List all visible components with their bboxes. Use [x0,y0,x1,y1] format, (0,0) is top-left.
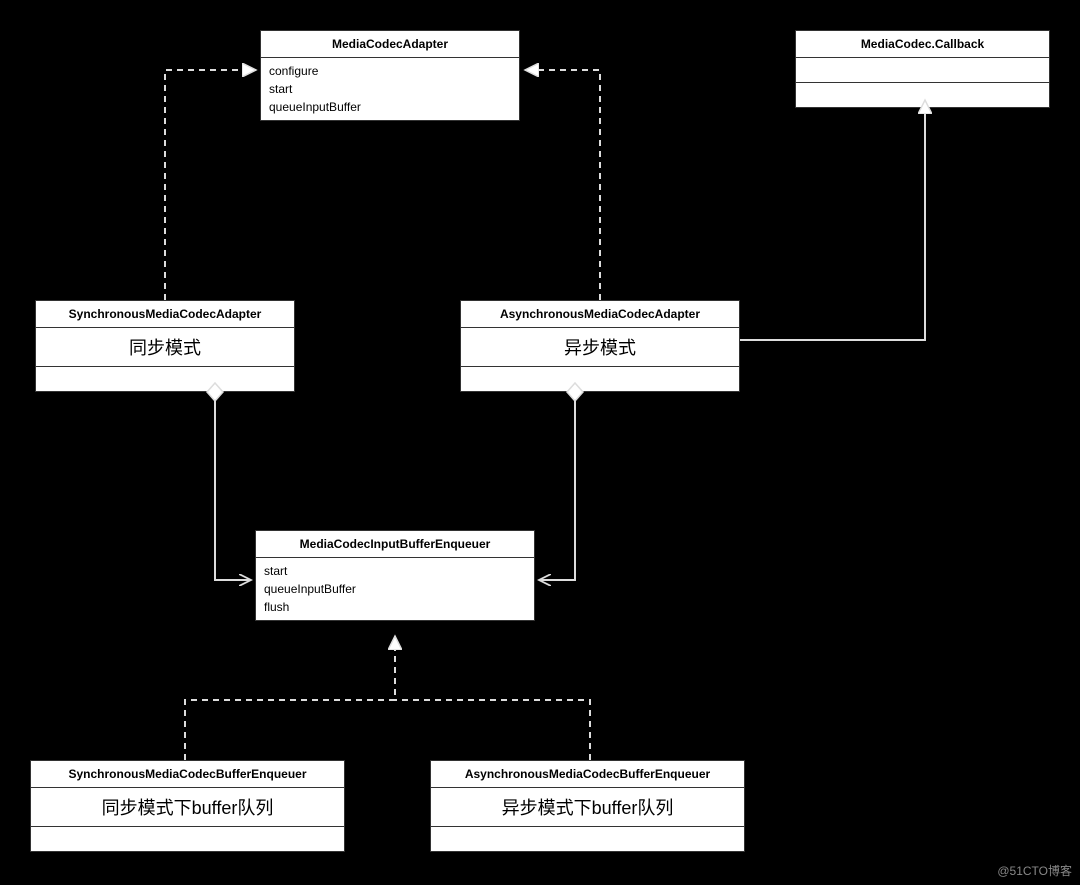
class-operations: configure start queueInputBuffer [261,58,519,120]
class-compartment [431,827,744,851]
op: start [269,80,511,98]
edge-asyncadapter-aggregates-enqueuer [539,383,583,580]
op: flush [264,598,526,616]
class-title: SynchronousMediaCodecAdapter [36,301,294,328]
edge-asyncbuffer-to-enqueuer [395,700,590,760]
class-synchronousmediacodecbufferenqueuer: SynchronousMediaCodecBufferEnqueuer 同步模式… [30,760,345,852]
edge-syncadapter-to-mediacodecadapter [165,70,256,300]
class-subtitle: 同步模式 [36,328,294,367]
watermark: @51CTO博客 [997,862,1072,879]
class-title: SynchronousMediaCodecBufferEnqueuer [31,761,344,788]
class-compartment [461,367,739,391]
class-title: AsynchronousMediaCodecAdapter [461,301,739,328]
edge-asyncadapter-to-callback [740,100,925,340]
edge-asyncadapter-to-mediacodecadapter [525,70,600,300]
class-subtitle: 异步模式下buffer队列 [431,788,744,827]
class-compartment [31,827,344,851]
class-mediacodecinputbufferenqueuer: MediaCodecInputBufferEnqueuer start queu… [255,530,535,621]
class-compartment [36,367,294,391]
op: queueInputBuffer [264,580,526,598]
class-compartment [796,58,1049,83]
op: queueInputBuffer [269,98,511,116]
class-synchronousmediacodecadapter: SynchronousMediaCodecAdapter 同步模式 [35,300,295,392]
class-title: MediaCodecAdapter [261,31,519,58]
class-asynchronousmediacodecbufferenqueuer: AsynchronousMediaCodecBufferEnqueuer 异步模… [430,760,745,852]
class-mediacodecadapter: MediaCodecAdapter configure start queueI… [260,30,520,121]
class-operations: start queueInputBuffer flush [256,558,534,620]
class-title: AsynchronousMediaCodecBufferEnqueuer [431,761,744,788]
class-compartment [796,83,1049,107]
op: start [264,562,526,580]
connectors [0,0,1080,885]
class-title: MediaCodec.Callback [796,31,1049,58]
class-subtitle: 同步模式下buffer队列 [31,788,344,827]
class-asynchronousmediacodecadapter: AsynchronousMediaCodecAdapter 异步模式 [460,300,740,392]
uml-diagram: MediaCodecAdapter configure start queueI… [0,0,1080,885]
edge-syncadapter-aggregates-enqueuer [207,383,251,580]
class-mediacodec-callback: MediaCodec.Callback [795,30,1050,108]
edge-syncbuffer-to-enqueuer [185,636,395,760]
op: configure [269,62,511,80]
class-title: MediaCodecInputBufferEnqueuer [256,531,534,558]
class-subtitle: 异步模式 [461,328,739,367]
